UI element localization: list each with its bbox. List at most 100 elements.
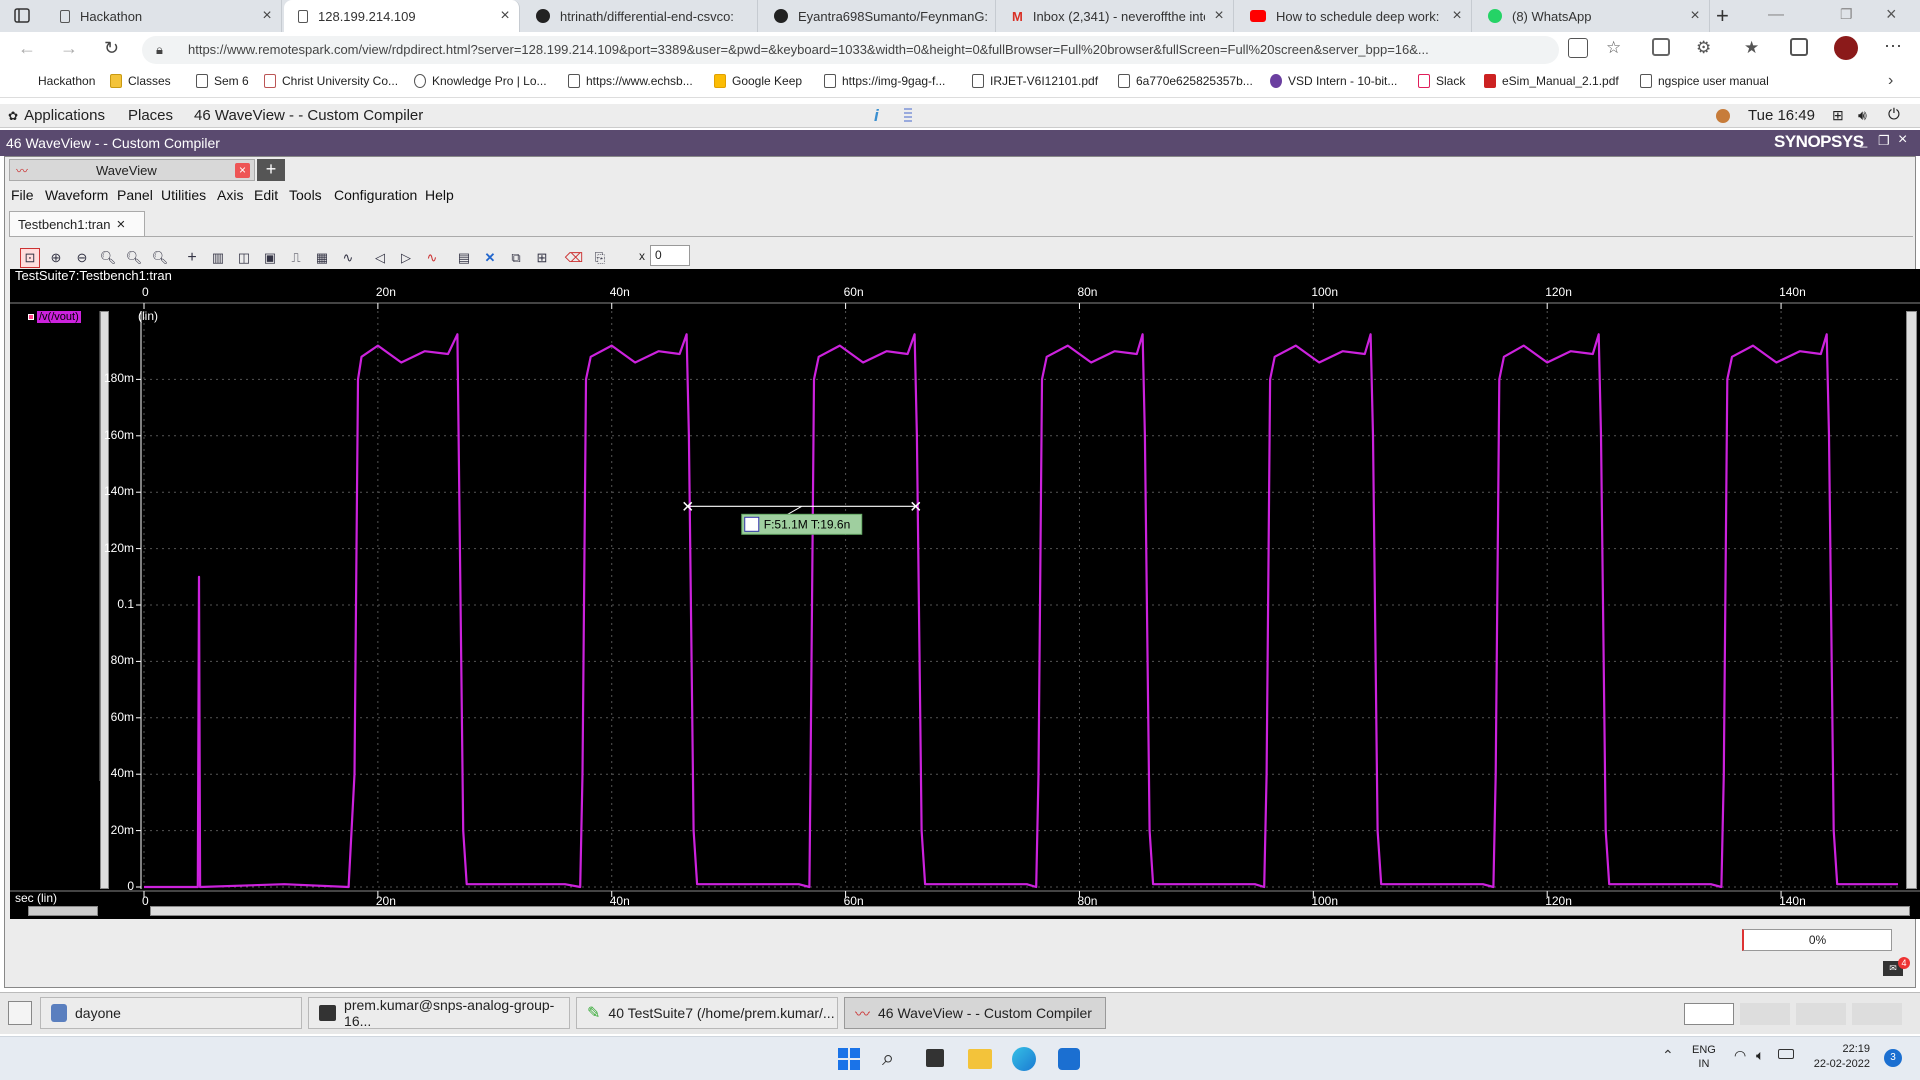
forward-icon[interactable]: → — [60, 38, 78, 59]
zoom-in-icon[interactable]: ⊕ — [46, 248, 66, 268]
x-value-input[interactable]: 0 — [650, 245, 690, 266]
panel-icon[interactable]: ▣ — [260, 248, 280, 268]
close-icon[interactable]: × — [1898, 131, 1907, 149]
puzzle-icon[interactable]: ⚙ — [1696, 38, 1711, 58]
app-install-icon[interactable] — [1568, 38, 1588, 58]
measure-annotation[interactable]: F:51.1M T:19.6n — [683, 501, 921, 535]
zoom-x-icon[interactable]: 🔍︎ — [98, 248, 118, 268]
taskbar-item-testsuite[interactable]: ✎ 40 TestSuite7 (/home/prem.kumar/... — [576, 997, 838, 1029]
stack-icon[interactable]: ◫ — [234, 248, 254, 268]
workspace-2[interactable] — [1740, 1003, 1790, 1025]
places-menu[interactable]: Places — [128, 107, 173, 124]
prev-edge-icon[interactable]: ◁ — [370, 248, 390, 268]
bookmark-esim-manual[interactable]: eSim_Manual_2.1.pdf — [1484, 74, 1619, 88]
crosshair-icon[interactable]: + — [182, 248, 202, 268]
workspace-4[interactable] — [1852, 1003, 1902, 1025]
browser-tab[interactable]: How to schedule deep work: Tim × — [1236, 0, 1472, 32]
menu-utilities[interactable]: Utilities — [161, 187, 206, 203]
browser-tab[interactable]: M Inbox (2,341) - neveroffthe interr × — [998, 0, 1234, 32]
waveform-chart[interactable]: F:51.1M T:19.6n — [10, 269, 1920, 919]
wifi-icon[interactable]: ◠ — [1734, 1047, 1746, 1064]
close-icon[interactable]: × — [235, 162, 250, 178]
bookmark-christ[interactable]: Christ University Co... — [264, 74, 398, 88]
bookmark-slack[interactable]: Slack — [1418, 74, 1465, 88]
restore-icon[interactable]: ❐ — [1840, 6, 1853, 23]
menu-edit[interactable]: Edit — [254, 187, 278, 203]
browser-tab-active[interactable]: 128.199.214.109 × — [284, 0, 520, 32]
bookmark-sem6[interactable]: Sem 6 — [196, 74, 249, 88]
workspace-1[interactable] — [1684, 1003, 1734, 1025]
copy-icon[interactable]: ⧉ — [506, 248, 526, 268]
profile-avatar[interactable] — [1834, 36, 1858, 60]
minimize-icon[interactable]: _ — [1860, 133, 1867, 148]
notifications-badge[interactable]: 3 — [1884, 1049, 1902, 1067]
zoom-y-icon[interactable]: 🔍︎ — [124, 248, 144, 268]
doc-tab[interactable]: Testbench1:tran × — [9, 211, 145, 237]
export-icon[interactable]: ⎘ — [590, 248, 610, 268]
back-icon[interactable]: ← — [18, 38, 36, 59]
pulse-icon[interactable]: ⎍ — [286, 248, 306, 268]
bookmark-hackathon[interactable]: Hackathon — [20, 74, 95, 88]
add-tab-icon[interactable]: + — [257, 159, 285, 181]
store-icon[interactable] — [1058, 1048, 1080, 1070]
show-desktop-icon[interactable] — [8, 1001, 32, 1025]
speaker-icon[interactable]: 🔈︎ — [1756, 1047, 1764, 1064]
chevron-right-icon[interactable]: › — [1888, 72, 1893, 90]
close-icon[interactable]: × — [117, 216, 126, 233]
close-window-icon[interactable]: × — [1886, 4, 1897, 25]
system-clock[interactable]: 22:19 22-02-2022 — [1810, 1042, 1870, 1072]
bookmark-vsd-intern[interactable]: VSD Intern - 10-bit... — [1270, 74, 1397, 88]
windows-start-icon[interactable] — [838, 1048, 860, 1070]
taskbar-item-waveview[interactable]: 〰 46 WaveView - - Custom Compiler — [844, 997, 1106, 1029]
close-icon[interactable]: × — [491, 7, 519, 25]
grid-icon[interactable]: ▦ — [312, 248, 332, 268]
collections-icon[interactable] — [1790, 38, 1808, 56]
browser-tab[interactable]: (8) WhatsApp × — [1474, 0, 1710, 32]
calculator-icon[interactable]: ▤ — [454, 248, 474, 268]
signal-list-scrollbar[interactable] — [28, 906, 98, 916]
battery-icon[interactable] — [1778, 1049, 1794, 1059]
menu-file[interactable]: File — [11, 187, 34, 203]
bookmark-irjet[interactable]: IRJET-V6I12101.pdf — [972, 74, 1098, 88]
restore-icon[interactable]: ❐ — [1878, 133, 1890, 149]
close-icon[interactable]: × — [1681, 7, 1709, 25]
horizontal-scrollbar[interactable] — [150, 906, 1910, 916]
menu-waveform[interactable]: Waveform — [45, 187, 108, 203]
favorite-icon[interactable]: ☆ — [1606, 38, 1621, 58]
grip-icon[interactable] — [904, 108, 912, 124]
close-icon[interactable]: × — [1443, 7, 1471, 25]
edge-icon[interactable] — [1012, 1047, 1036, 1071]
bookmark-google-keep[interactable]: Google Keep — [714, 74, 802, 88]
menu-help[interactable]: Help — [425, 187, 454, 203]
browser-tab[interactable]: Eyantra698Sumanto/FeynmanG: — [760, 0, 996, 32]
bookmark-ngspice[interactable]: ngspice user manual — [1640, 74, 1769, 88]
wave-icon[interactable]: ∿ — [338, 248, 358, 268]
bars-icon[interactable]: ▥ — [208, 248, 228, 268]
bookmark-knowledge-pro[interactable]: Knowledge Pro | Lo... — [414, 74, 547, 88]
reload-icon[interactable]: ↻ — [104, 38, 119, 59]
measure-wave-icon[interactable]: ∿ — [422, 248, 442, 268]
workspace-3[interactable] — [1796, 1003, 1846, 1025]
minimize-icon[interactable]: — — [1768, 6, 1784, 24]
close-icon[interactable]: × — [253, 7, 281, 25]
zoom-box-icon[interactable]: 🔍︎ — [150, 248, 170, 268]
favorites-bar-icon[interactable]: ★ — [1744, 38, 1759, 58]
browser-tab[interactable]: Hackathon × — [46, 0, 282, 32]
bookmark-echsb[interactable]: https://www.echsb... — [568, 74, 693, 88]
task-view-icon[interactable] — [926, 1049, 944, 1067]
more-icon[interactable]: ⋯ — [1884, 36, 1902, 57]
url-input[interactable]: 🔒︎ https://www.remotespark.com/view/rdpd… — [142, 36, 1559, 64]
next-edge-icon[interactable]: ▷ — [396, 248, 416, 268]
delete-marker-icon[interactable]: ✕ — [480, 248, 500, 268]
waveview-app-tab[interactable]: 〰 WaveView × — [9, 159, 255, 181]
close-icon[interactable]: × — [1205, 7, 1233, 25]
menu-tools[interactable]: Tools — [289, 187, 322, 203]
taskbar-item-dayone[interactable]: dayone — [40, 997, 302, 1029]
zoom-out-icon[interactable]: ⊖ — [72, 248, 92, 268]
info-icon[interactable]: i — [874, 106, 879, 126]
applications-menu[interactable]: ✿ Applications — [8, 107, 105, 124]
volume-icon[interactable]: 🔊︎ — [1858, 107, 1867, 124]
menu-configuration[interactable]: Configuration — [334, 187, 417, 203]
eraser-icon[interactable]: ⌫ — [564, 248, 584, 268]
network-icon[interactable]: ⊞ — [1832, 107, 1844, 124]
